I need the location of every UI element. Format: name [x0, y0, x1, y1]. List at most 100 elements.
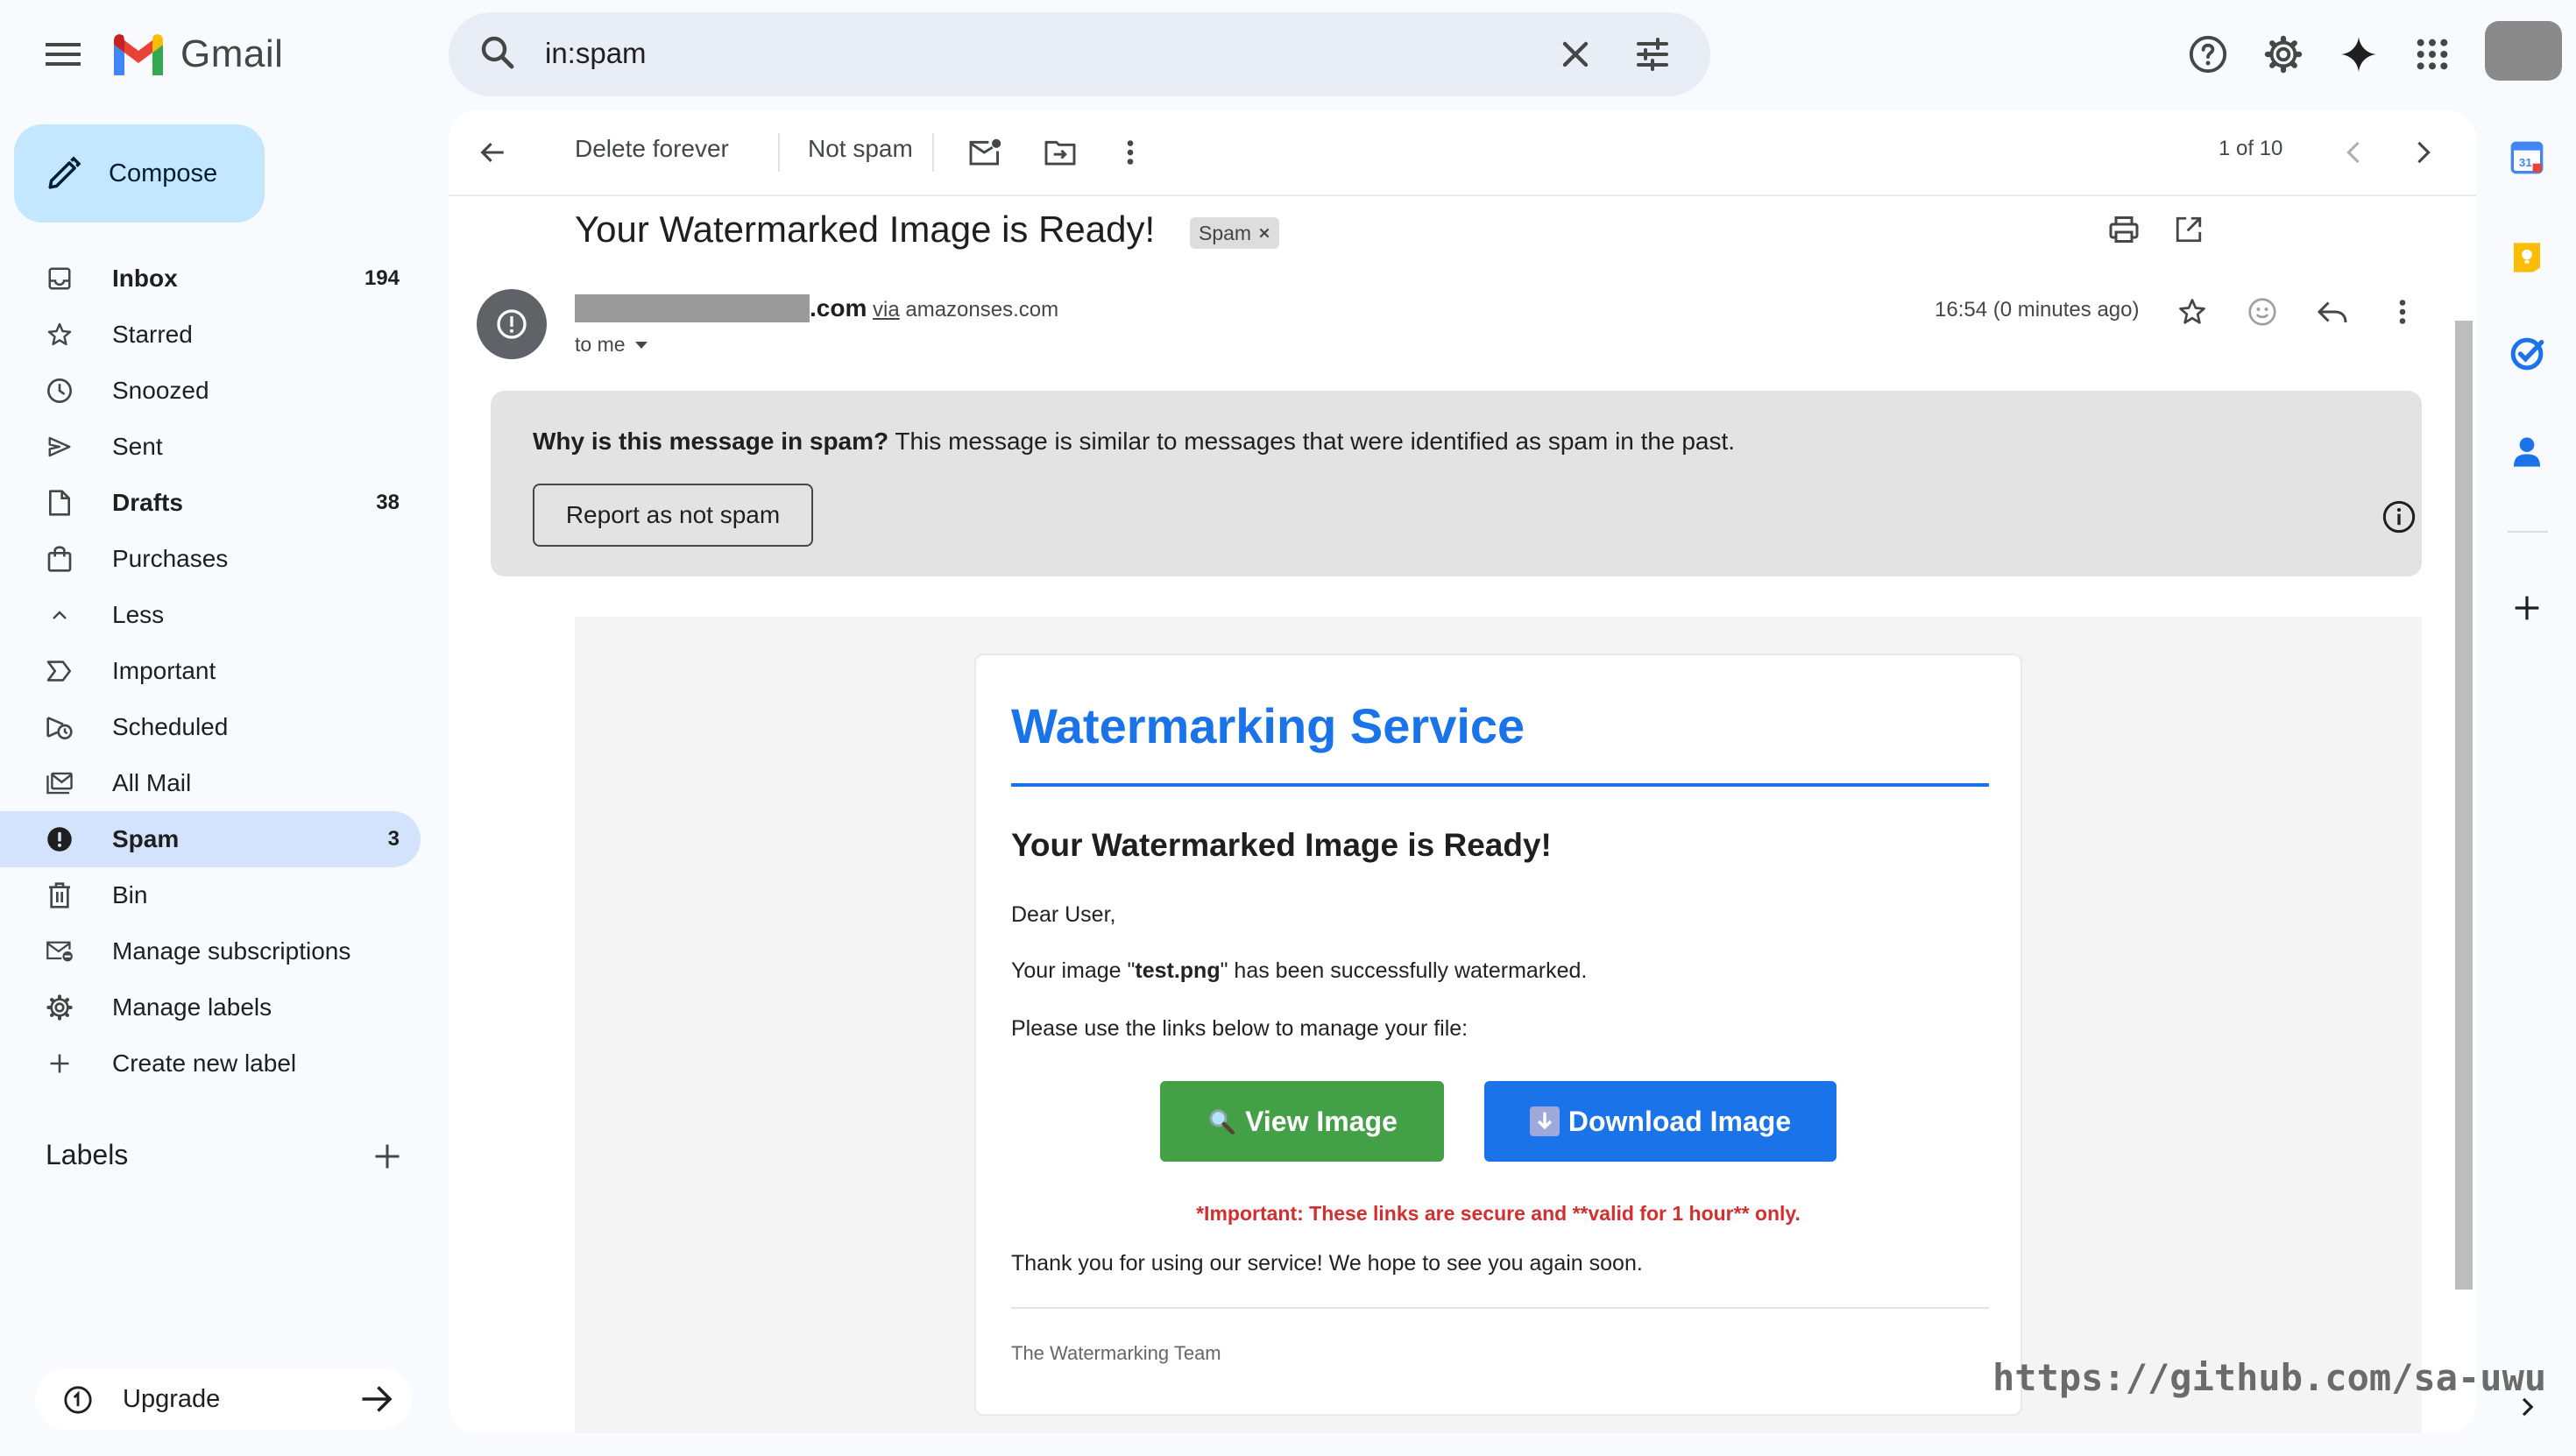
spam-question: Why is this message in spam? [533, 428, 889, 455]
pencil-icon [48, 156, 81, 189]
apps-icon[interactable] [2404, 26, 2460, 82]
clock-icon [46, 377, 74, 405]
upgrade-label: Upgrade [123, 1384, 221, 1413]
spam-reason: Why is this message in spam? This messag… [533, 428, 1735, 456]
search-icon[interactable] [477, 32, 519, 74]
open-in-new-window-icon[interactable] [2166, 207, 2212, 252]
not-spam-button[interactable]: Not spam [808, 135, 913, 163]
sidebar-item-spam[interactable]: Spam 3 [0, 811, 421, 867]
delete-forever-button[interactable]: Delete forever [575, 135, 729, 163]
message-scrollbar[interactable] [2455, 321, 2473, 1290]
caret-down-icon [634, 341, 648, 349]
magnifier-emoji-icon [1207, 1106, 1236, 1136]
sidebar-item-label: Manage labels [112, 993, 272, 1021]
search-input[interactable]: in:spam [545, 37, 647, 70]
reply-icon[interactable] [2308, 287, 2357, 336]
tasks-icon[interactable] [2502, 329, 2551, 378]
sidebar-item-starred[interactable]: Starred [0, 307, 421, 363]
newer-chevron-icon[interactable] [2331, 130, 2376, 175]
compose-button[interactable]: Compose [14, 124, 265, 223]
shopping-bag-icon [46, 545, 74, 573]
main-menu-icon [46, 43, 81, 66]
signature-divider [1011, 1307, 1989, 1309]
spam-explanation: This message is similar to messages that… [888, 428, 1736, 455]
search-bar[interactable]: in:spam [449, 12, 1710, 96]
sidebar-item-create-label[interactable]: Create new label [0, 1035, 421, 1092]
settings-icon[interactable] [2255, 26, 2311, 82]
remove-label-icon[interactable] [1258, 227, 1270, 239]
scheduled-send-icon [46, 713, 74, 741]
plus-icon [46, 1050, 74, 1078]
more-options-icon[interactable] [1108, 130, 1153, 175]
older-chevron-icon[interactable] [2401, 130, 2446, 175]
sidebar-item-snoozed[interactable]: Snoozed [0, 363, 421, 419]
sidebar-item-label: Purchases [112, 545, 229, 572]
download-image-button[interactable]: Download Image [1484, 1081, 1836, 1162]
account-avatar[interactable] [2485, 21, 2562, 81]
draft-icon [46, 489, 74, 517]
calendar-icon[interactable]: 31 [2502, 133, 2551, 182]
clear-search-icon[interactable] [1554, 33, 1596, 75]
sidebar-nav: Inbox 194 Starred Snoozed Sent Drafts 38… [0, 251, 421, 1092]
upgrade-button[interactable]: Upgrade [35, 1368, 412, 1430]
message-more-icon[interactable] [2378, 287, 2427, 336]
draft-count: 38 [376, 491, 400, 514]
back-arrow-icon[interactable] [470, 130, 515, 175]
message-view: Delete forever Not spam 1 of 10 Your Wat… [449, 110, 2476, 1433]
sidebar-item-important[interactable]: Important [0, 643, 421, 699]
move-to-icon[interactable] [1037, 130, 1083, 175]
unread-count: 194 [364, 266, 400, 290]
view-image-button[interactable]: View Image [1160, 1081, 1444, 1162]
side-panel-divider [2508, 531, 2548, 533]
compose-label: Compose [109, 159, 218, 187]
file-name: test.png [1135, 958, 1221, 983]
search-options-icon[interactable] [1631, 33, 1674, 75]
email-line-1: Your image "test.png" has been successfu… [1011, 958, 1588, 983]
sidebar-item-all-mail[interactable]: All Mail [0, 755, 421, 811]
add-label-icon[interactable] [372, 1141, 403, 1172]
main-menu-button[interactable] [35, 26, 91, 82]
sidebar-item-label: All Mail [112, 769, 192, 796]
report-not-spam-button[interactable]: Report as not spam [533, 484, 813, 547]
via-link[interactable]: via [873, 298, 900, 322]
sidebar-item-label: Create new label [112, 1050, 297, 1077]
email-thanks: Thank you for using our service! We hope… [1011, 1251, 1643, 1276]
email-content-card: Watermarking Service Your Watermarked Im… [974, 654, 2022, 1416]
trash-icon [46, 881, 74, 909]
email-brand-title: Watermarking Service [1011, 698, 1525, 753]
sidebar-item-drafts[interactable]: Drafts 38 [0, 475, 421, 531]
mark-unread-icon[interactable] [962, 130, 1008, 175]
spam-label-chip[interactable]: Spam [1190, 217, 1280, 249]
contacts-icon[interactable] [2502, 428, 2551, 477]
sidebar-item-less[interactable]: Less [0, 587, 421, 643]
add-addon-icon[interactable] [2502, 583, 2551, 633]
upgrade-icon [63, 1385, 93, 1415]
help-icon[interactable] [2180, 26, 2236, 82]
message-subject: Your Watermarked Image is Ready! [575, 209, 1156, 250]
gemini-icon[interactable] [2331, 26, 2387, 82]
print-icon[interactable] [2101, 207, 2147, 252]
recipient-details[interactable]: to me [575, 333, 648, 357]
sidebar-item-manage-labels[interactable]: Manage labels [0, 979, 421, 1035]
email-greeting: Dear User, [1011, 902, 1116, 927]
view-image-label: View Image [1245, 1105, 1398, 1137]
spam-chip-label: Spam [1199, 221, 1252, 244]
inbox-icon [46, 265, 74, 293]
labels-header: Labels [46, 1139, 129, 1170]
important-icon [46, 657, 74, 685]
sidebar-item-label: Bin [112, 881, 148, 908]
sidebar-item-sent[interactable]: Sent [0, 419, 421, 475]
sidebar-item-purchases[interactable]: Purchases [0, 531, 421, 587]
sidebar-item-scheduled[interactable]: Scheduled [0, 699, 421, 755]
sidebar-item-inbox[interactable]: Inbox 194 [0, 251, 421, 307]
emoji-reaction-icon[interactable] [2238, 287, 2287, 336]
keep-icon[interactable] [2502, 233, 2551, 282]
sender-via: via amazonses.com [873, 298, 1058, 322]
sidebar-item-label: Spam [112, 825, 180, 852]
gmail-logo[interactable]: Gmail [110, 30, 283, 79]
star-icon[interactable] [2168, 287, 2217, 336]
sidebar-item-bin[interactable]: Bin [0, 867, 421, 923]
info-icon[interactable] [2381, 499, 2417, 534]
down-arrow-emoji-icon [1529, 1106, 1560, 1136]
sidebar-item-manage-subscriptions[interactable]: Manage subscriptions [0, 923, 421, 979]
